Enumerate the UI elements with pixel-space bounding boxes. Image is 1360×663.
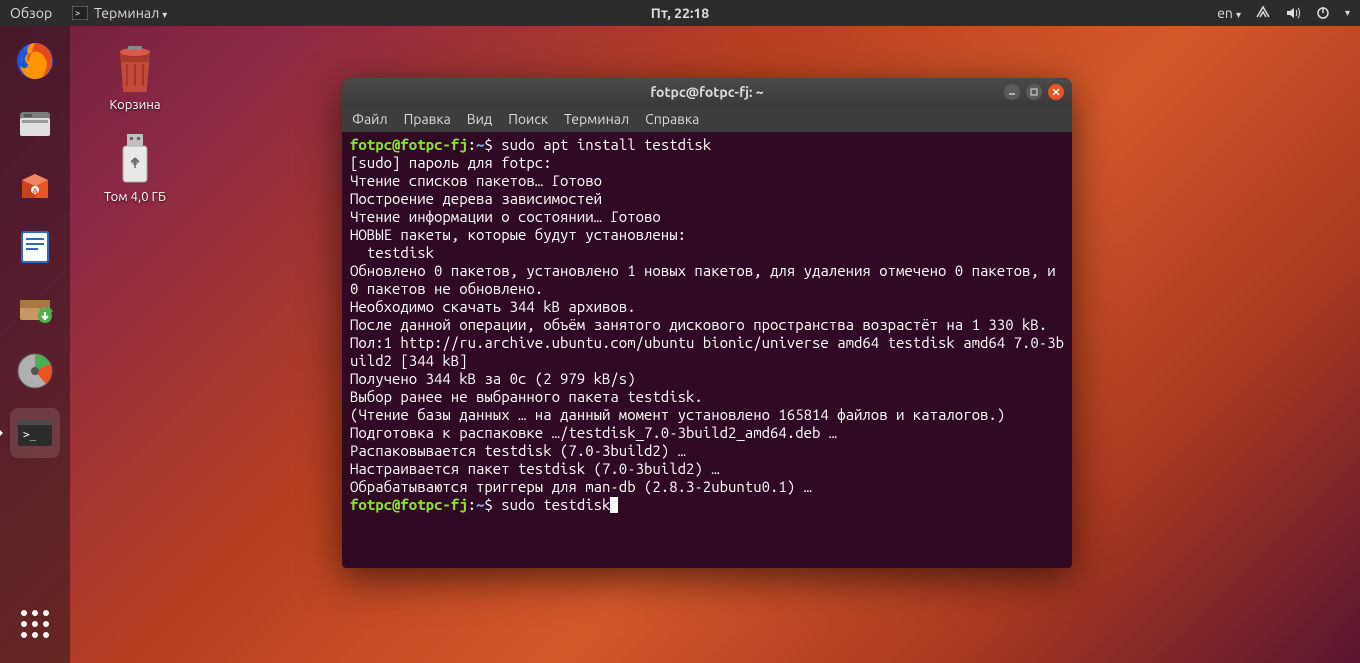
volume-icon[interactable] bbox=[1285, 5, 1301, 21]
desktop-trash[interactable]: Корзина bbox=[90, 42, 180, 112]
terminal-output-line: Обновлено 0 пакетов, установлено 1 новых… bbox=[350, 262, 1064, 297]
trash-icon bbox=[112, 42, 158, 94]
launcher-software[interactable]: A bbox=[10, 160, 60, 210]
terminal-output-line: После данной операции, объём занятого ди… bbox=[350, 316, 1047, 333]
language-indicator[interactable]: en bbox=[1217, 5, 1241, 21]
svg-text:>: > bbox=[75, 8, 80, 18]
desktop-trash-label: Корзина bbox=[109, 98, 160, 112]
app-menu[interactable]: Терминал bbox=[94, 5, 167, 21]
launcher: A >_ bbox=[0, 26, 70, 663]
show-applications[interactable] bbox=[10, 599, 60, 649]
terminal-output-line: Построение дерева зависимостей bbox=[350, 190, 602, 207]
svg-text:>_: >_ bbox=[23, 428, 37, 441]
launcher-terminal[interactable]: >_ bbox=[10, 408, 60, 458]
top-bar: Обзор > Терминал Пт, 22:18 en ▾ bbox=[0, 0, 1360, 26]
terminal-output-line: НОВЫЕ пакеты, которые будут установлены: bbox=[350, 226, 686, 243]
menu-terminal[interactable]: Терминал bbox=[564, 111, 629, 127]
terminal-output-line: Распаковывается testdisk (7.0-3build2) … bbox=[350, 442, 686, 459]
menu-help[interactable]: Справка bbox=[645, 111, 699, 127]
window-close-button[interactable] bbox=[1048, 84, 1064, 100]
launcher-update[interactable] bbox=[10, 284, 60, 334]
terminal-output-line: [sudo] пароль для fotpc: bbox=[350, 154, 552, 171]
terminal-window: fotpc@fotpc-fj: ~ Файл Правка Вид Поиск … bbox=[342, 78, 1072, 568]
terminal-icon: > bbox=[72, 5, 88, 21]
window-titlebar[interactable]: fotpc@fotpc-fj: ~ bbox=[342, 78, 1072, 106]
terminal-output-line: Получено 344 kB за 0с (2 979 kB/s) bbox=[350, 370, 636, 387]
window-maximize-button[interactable] bbox=[1026, 84, 1042, 100]
desktop-usb-label: Том 4,0 ГБ bbox=[104, 190, 166, 204]
terminal-output-line: Чтение информации о состоянии… Готово bbox=[350, 208, 661, 225]
menu-edit[interactable]: Правка bbox=[404, 111, 451, 127]
svg-text:A: A bbox=[32, 187, 38, 196]
menubar: Файл Правка Вид Поиск Терминал Справка bbox=[342, 106, 1072, 132]
terminal-output-line: Настраивается пакет testdisk (7.0-3build… bbox=[350, 460, 720, 477]
usb-icon bbox=[115, 132, 155, 186]
terminal-output-line: testdisk bbox=[350, 244, 434, 261]
terminal-output-line: (Чтение базы данных … на данный момент у… bbox=[350, 406, 1005, 423]
terminal-output-line: Подготовка к распаковке …/testdisk_7.0-3… bbox=[350, 424, 837, 441]
terminal-output-line: Выбор ранее не выбранного пакета testdis… bbox=[350, 388, 703, 405]
menu-search[interactable]: Поиск bbox=[508, 111, 548, 127]
launcher-firefox[interactable] bbox=[10, 36, 60, 86]
activities-button[interactable]: Обзор bbox=[10, 5, 52, 21]
desktop-usb-volume[interactable]: Том 4,0 ГБ bbox=[90, 132, 180, 204]
menu-file[interactable]: Файл bbox=[352, 111, 388, 127]
terminal-body[interactable]: fotpc@fotpc-fj:~$ sudo apt install testd… bbox=[342, 132, 1072, 522]
window-title: fotpc@fotpc-fj: ~ bbox=[650, 84, 763, 100]
terminal-output-line: Обрабатываются триггеры для man-db (2.8.… bbox=[350, 478, 812, 495]
terminal-output-line: Необходимо скачать 344 kB архивов. bbox=[350, 298, 636, 315]
system-menu-arrow[interactable]: ▾ bbox=[1345, 7, 1350, 19]
terminal-output-line: Чтение списков пакетов… Готово bbox=[350, 172, 602, 189]
launcher-files[interactable] bbox=[10, 98, 60, 148]
menu-view[interactable]: Вид bbox=[467, 111, 492, 127]
terminal-cursor bbox=[610, 497, 618, 513]
clock[interactable]: Пт, 22:18 bbox=[651, 5, 709, 21]
terminal-output-line: Пол:1 http://ru.archive.ubuntu.com/ubunt… bbox=[350, 334, 1064, 369]
launcher-writer[interactable] bbox=[10, 222, 60, 272]
network-icon[interactable] bbox=[1255, 5, 1271, 21]
power-icon[interactable] bbox=[1315, 5, 1331, 21]
launcher-disks[interactable] bbox=[10, 346, 60, 396]
apps-grid-icon bbox=[21, 610, 49, 638]
window-minimize-button[interactable] bbox=[1004, 84, 1020, 100]
desktop-icons: Корзина Том 4,0 ГБ bbox=[90, 42, 180, 204]
